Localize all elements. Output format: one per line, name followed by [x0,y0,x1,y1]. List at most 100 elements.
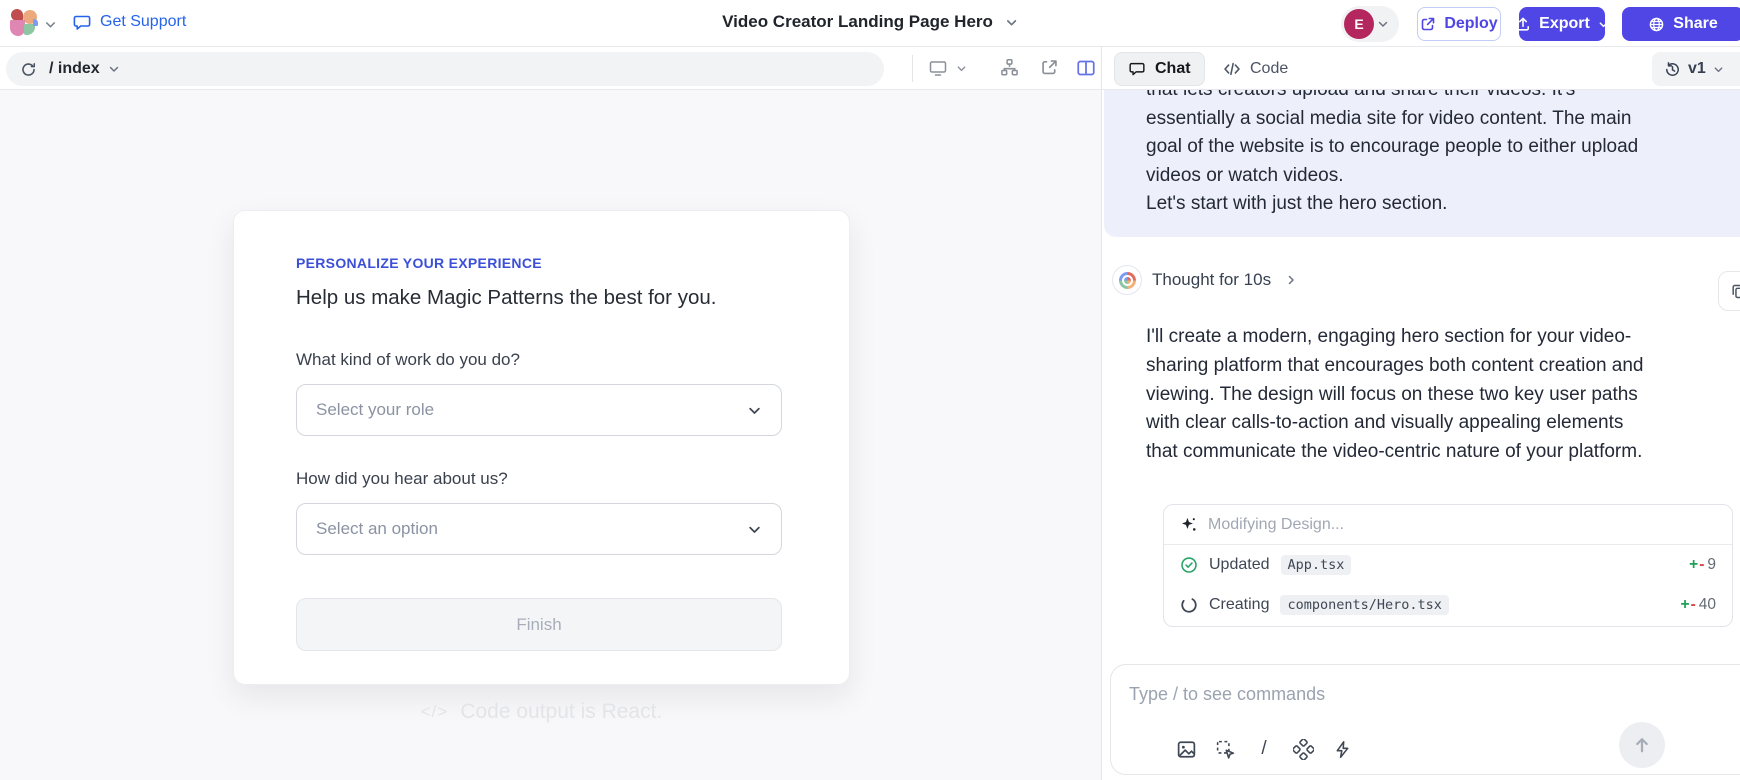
chevron-down-icon[interactable] [44,18,57,31]
slash-command-button[interactable]: / [1253,738,1275,760]
assistant-message-line: that communicate the video-centric natur… [1146,438,1740,467]
file-name-chip: App.tsx [1281,555,1352,575]
select-element-icon [1215,739,1236,760]
url-bar: / index [6,52,884,86]
code-tab-label: Code [1250,60,1288,78]
modal-headline: Help us make Magic Patterns the best for… [296,286,782,310]
copy-icon [1730,283,1740,300]
status-title: Modifying Design... [1208,516,1344,534]
monitor-icon [928,58,948,78]
sparkle-icon [1180,516,1197,533]
code-icon [1223,60,1241,78]
refresh-icon[interactable] [20,61,37,78]
avatar: E [1344,9,1374,39]
send-button[interactable] [1619,722,1665,768]
quick-actions-button[interactable] [1331,738,1353,760]
finish-label: Finish [516,615,561,635]
deploy-button[interactable]: Deploy [1417,7,1501,41]
panel-divider [1101,47,1102,780]
route-selector[interactable]: / index [49,60,120,78]
chevron-down-icon [108,63,120,75]
finish-button[interactable]: Finish [296,598,782,651]
chat-composer: / [1110,664,1740,775]
diff-plus: + [1681,596,1690,614]
open-in-new-window-icon[interactable] [1040,58,1059,77]
role-select[interactable]: Select your role [296,384,782,436]
diff-minus: - [1691,596,1696,614]
code-icon: </> [421,702,449,722]
diamonds-icon [1293,739,1314,760]
share-label: Share [1673,15,1717,33]
external-link-icon [1420,16,1436,32]
route-path: / index [49,60,100,78]
thought-label: Thought for 10s [1152,270,1271,290]
tab-code[interactable]: Code [1210,52,1301,86]
chat-panel: that lets creators upload and share thei… [1102,90,1740,780]
assistant-avatar [1112,265,1142,295]
preview-canvas: PERSONALIZE YOUR EXPERIENCE Help us make… [0,90,1101,780]
slash-icon: / [1261,738,1266,760]
get-support-label: Get Support [100,13,186,31]
modal-eyebrow: PERSONALIZE YOUR EXPERIENCE [296,255,782,271]
split-view-icon[interactable] [1076,58,1096,78]
chevron-down-icon [747,522,762,537]
globe-icon [1648,16,1665,33]
copy-message-button[interactable] [1718,271,1740,311]
deploy-label: Deploy [1444,15,1497,33]
project-title-menu[interactable]: Video Creator Landing Page Hero [722,12,1018,32]
user-message-line: essentially a social media site for vide… [1146,105,1734,134]
tab-chat[interactable]: Chat [1114,52,1205,86]
version-label: v1 [1688,60,1706,78]
share-button[interactable]: Share [1622,7,1740,41]
chevron-down-icon [956,63,967,74]
history-icon [1664,61,1681,78]
file-action: Creating [1209,596,1269,614]
check-circle-icon [1180,556,1198,574]
device-preview-selector[interactable] [928,58,967,78]
status-header: Modifying Design... [1164,505,1732,545]
select-element-button[interactable] [1214,738,1236,760]
attach-image-button[interactable] [1175,738,1197,760]
composer-toolbar: / [1175,738,1353,760]
design-system-button[interactable] [1292,738,1314,760]
user-message-line: that lets creators upload and share thei… [1146,90,1734,105]
chevron-down-icon [1005,16,1018,29]
send-arrow-icon [1632,735,1652,755]
export-label: Export [1539,15,1590,33]
assistant-message-line: sharing platform that encourages both co… [1146,352,1740,381]
chevron-down-icon [1713,64,1724,75]
account-menu[interactable]: E [1341,6,1399,42]
diff-count: 40 [1699,596,1716,614]
user-message-line: goal of the website is to encourage peop… [1146,133,1734,162]
version-history-button[interactable]: v1 [1652,52,1740,86]
upload-icon [1515,16,1531,32]
question-role-label: What kind of work do you do? [296,350,782,370]
user-message-line: videos or watch videos. [1146,162,1734,191]
file-row: Updated App.tsx + - 9 [1164,545,1732,584]
code-output-watermark: </> Code output is React. [233,700,850,724]
page-title: Video Creator Landing Page Hero [722,12,993,32]
lightning-icon [1333,740,1352,759]
diff-count: 9 [1707,556,1716,574]
chevron-down-icon [1598,19,1609,30]
file-row: Creating components/Hero.tsx + - 40 [1164,584,1732,626]
support-chat-icon [72,12,92,32]
assistant-message-line: with clear calls-to-action and visually … [1146,409,1740,438]
export-button[interactable]: Export [1519,7,1605,41]
assistant-message: I'll create a modern, engaging hero sect… [1146,323,1740,467]
chevron-down-icon [747,403,762,418]
image-icon [1176,739,1197,760]
preview-toolbar: / index Chat Code [0,47,1740,90]
watermark-text: Code output is React. [460,700,662,724]
magic-patterns-logo[interactable] [10,9,38,37]
diff-minus: - [1699,556,1704,574]
get-support-link[interactable]: Get Support [72,12,186,32]
file-action: Updated [1209,556,1270,574]
thought-toggle[interactable]: Thought for 10s [1112,262,1297,298]
assistant-message-line: I'll create a modern, engaging hero sect… [1146,323,1740,352]
component-tree-icon[interactable] [1000,58,1019,77]
chat-input[interactable] [1129,679,1609,709]
referral-select-placeholder: Select an option [316,519,438,539]
referral-select[interactable]: Select an option [296,503,782,555]
top-header: Get Support Video Creator Landing Page H… [0,0,1740,47]
